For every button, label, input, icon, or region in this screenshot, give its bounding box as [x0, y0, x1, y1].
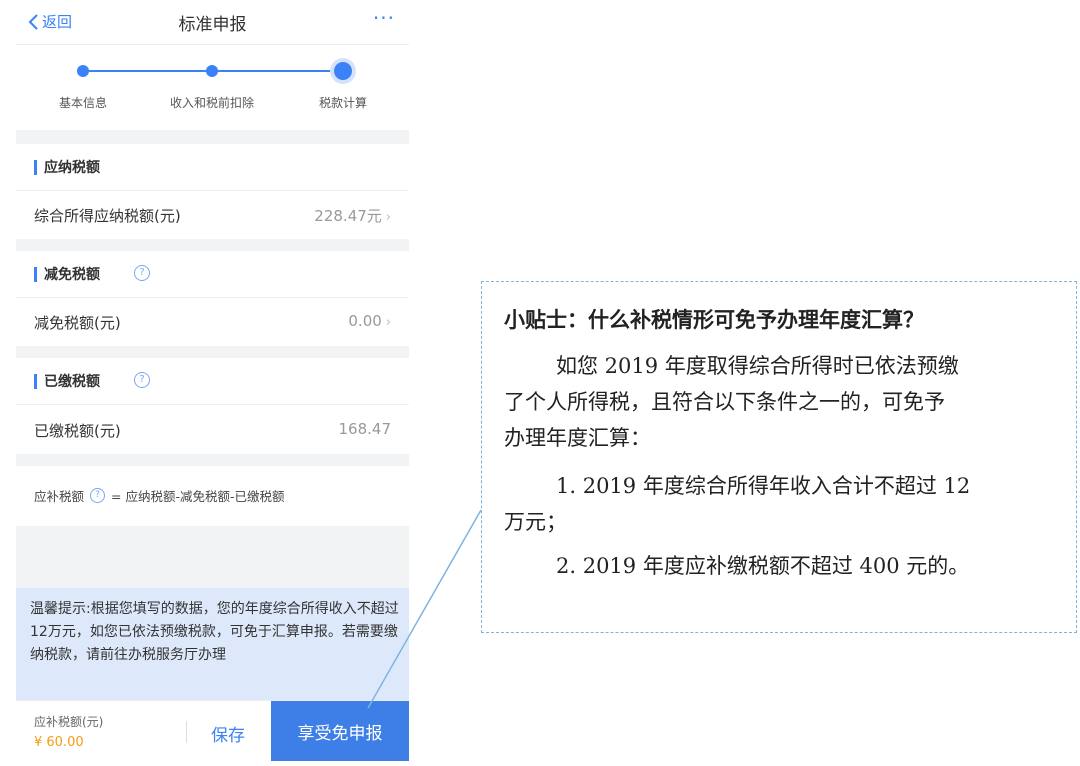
reduction-row[interactable]: 减免税额(元) 0.00 ›: [16, 298, 409, 346]
section-marker: [34, 160, 37, 175]
note-para-line: 如您 2019 年度取得综合所得时已依法预缴: [556, 354, 959, 378]
note-item-line: 1. 2019 年度综合所得年收入合计不超过 12: [556, 474, 971, 498]
section-paid-title: 已缴税额: [44, 374, 100, 390]
divider: [16, 454, 409, 466]
step-label-income: 收入和税前扣除: [169, 96, 255, 110]
reduction-label: 减免税额(元): [34, 314, 121, 332]
phone-screen: 返回 标准申报 ··· 基本信息 收入和税前扣除 税款计算 应纳税额 综合所得应…: [16, 0, 409, 761]
section-marker: [34, 374, 37, 389]
chevron-right-icon: ›: [385, 210, 391, 225]
step-dot-basic-info[interactable]: [77, 65, 89, 77]
paid-value: 168.47: [338, 420, 392, 438]
bottom-bar: 应补税额(元) ¥ 60.00 保存 享受免申报: [16, 700, 409, 761]
page-title: 标准申报: [178, 15, 247, 35]
note-heading: 小贴士：什么补税情形可免予办理年度汇算？: [504, 308, 924, 332]
payable-value-wrap: 228.47元 ›: [314, 205, 391, 226]
step-dot-tax-calc[interactable]: [334, 62, 352, 80]
payable-value: 228.47元: [314, 207, 382, 225]
page: 返回 标准申报 ··· 基本信息 收入和税前扣除 税款计算 应纳税额 综合所得应…: [0, 0, 1080, 766]
help-icon[interactable]: ?: [134, 265, 150, 281]
tip-note-box: 小贴士：什么补税情形可免予办理年度汇算？ 如您 2019 年度取得综合所得时已依…: [481, 281, 1077, 633]
note-para-line: 办理年度汇算：: [504, 426, 651, 450]
formula-row: 应补税额 ? = 应纳税额-减免税额-已缴税额: [16, 466, 409, 526]
note-para-line: 了个人所得税，且符合以下条件之一的，可免予: [504, 390, 945, 414]
formula: 应补税额 ? = 应纳税额-减免税额-已缴税额: [34, 486, 284, 505]
note-item-line: 万元；: [504, 510, 567, 534]
separator: [186, 721, 187, 743]
help-icon[interactable]: ?: [90, 488, 106, 503]
section-payable-header: 应纳税额: [16, 144, 409, 191]
payable-row[interactable]: 综合所得应纳税额(元) 228.47元 ›: [16, 191, 409, 239]
more-icon[interactable]: ···: [373, 6, 395, 30]
section-reduction-title: 减免税额: [44, 267, 100, 283]
progress-stepper: 基本信息 收入和税前扣除 税款计算: [16, 44, 409, 130]
payable-label: 综合所得应纳税额(元): [34, 207, 181, 225]
divider: [16, 239, 409, 251]
step-label-basic-info: 基本信息: [58, 96, 108, 110]
section-payable-title: 应纳税额: [44, 160, 100, 176]
warm-tip-banner: 温馨提示:根据您填写的数据，您的年度综合所得收入不超过12万元，如您已依法预缴税…: [16, 588, 409, 700]
formula-expression: = 应纳税额-减免税额-已缴税额: [111, 489, 285, 504]
nav-bar: 返回 标准申报 ···: [16, 0, 409, 45]
warm-tip-text: 温馨提示:根据您填写的数据，您的年度综合所得收入不超过12万元，如您已依法预缴税…: [30, 601, 399, 663]
amount-label: 应补税额(元): [34, 715, 104, 729]
divider: [16, 526, 409, 588]
submit-exemption-button[interactable]: 享受免申报: [271, 701, 409, 761]
divider: [16, 346, 409, 358]
paid-row: 已缴税额(元) 168.47: [16, 406, 409, 454]
help-icon[interactable]: ?: [134, 372, 150, 388]
section-reduction-header: 减免税额 ?: [16, 251, 409, 298]
amount-value: ¥ 60.00: [34, 735, 84, 750]
reduction-value-wrap: 0.00 ›: [348, 312, 391, 330]
step-label-tax-calc: 税款计算: [318, 96, 368, 110]
step-dot-income[interactable]: [206, 65, 218, 77]
formula-label: 应补税额: [34, 489, 85, 504]
divider: [16, 130, 409, 144]
section-marker: [34, 267, 37, 282]
note-item-line: 2. 2019 年度应补缴税额不超过 400 元的。: [556, 554, 970, 578]
reduction-value: 0.00: [348, 312, 382, 330]
paid-label: 已缴税额(元): [34, 422, 121, 440]
section-paid-header: 已缴税额 ?: [16, 358, 409, 405]
chevron-right-icon: ›: [385, 315, 391, 330]
save-button[interactable]: 保存: [211, 721, 245, 746]
